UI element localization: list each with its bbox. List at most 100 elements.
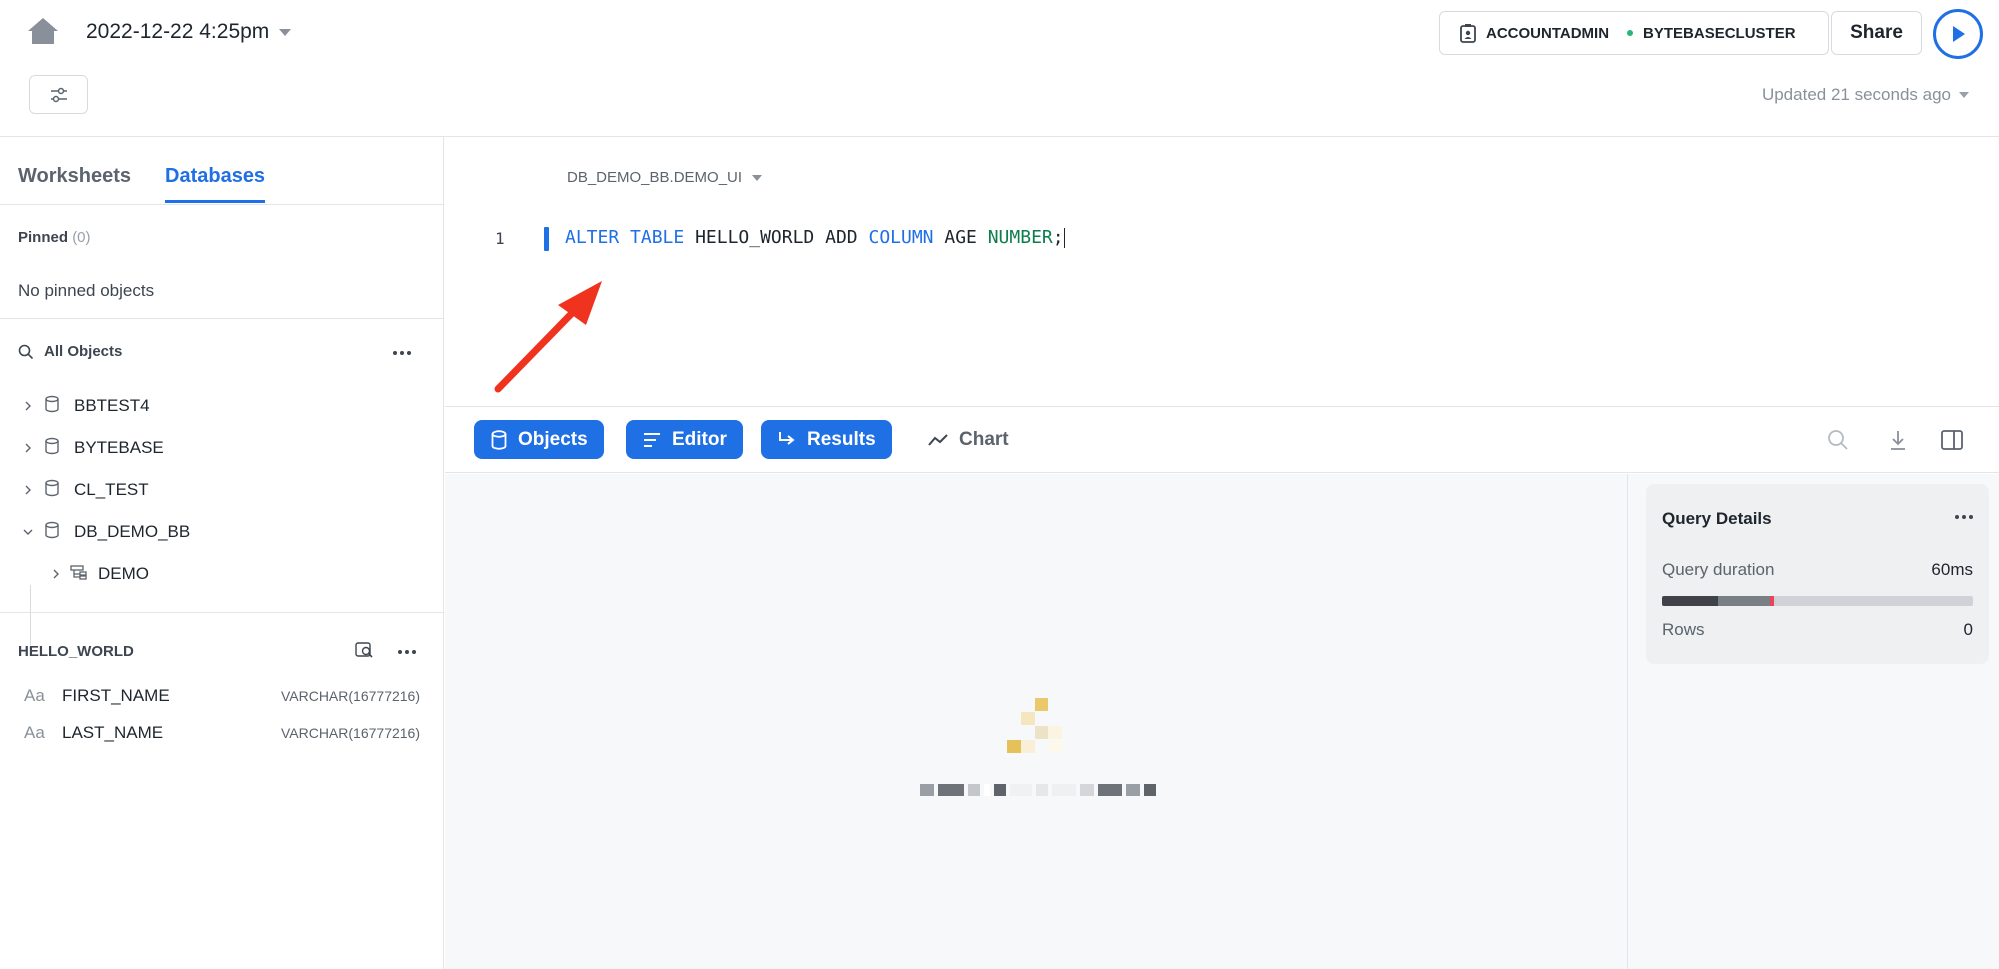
code-token: HELLO_WORLD (695, 227, 815, 248)
more-options-icon[interactable] (398, 650, 416, 654)
column-name: FIRST_NAME (62, 686, 170, 705)
tree-item-demo[interactable]: DEMO (46, 558, 149, 590)
table-detail-title: HELLO_WORLD (18, 643, 134, 660)
chevron-right-icon (46, 568, 66, 580)
chevron-right-icon (18, 442, 38, 454)
run-button[interactable] (1933, 9, 1983, 59)
rows-row: Rows 0 (1662, 620, 1973, 640)
sidebar-tabs: Worksheets Databases (0, 137, 443, 205)
sql-editor[interactable]: DB_DEMO_BB.DEMO_UI 1 ALTER TABLE HELLO_W… (445, 137, 1999, 407)
pinned-label: Pinned (18, 229, 69, 246)
query-details-pane: Query Details Query duration 60ms Rows 0 (1628, 474, 1999, 969)
database-icon (44, 479, 60, 502)
warehouse-label: BYTEBASECLUSTER (1643, 24, 1796, 42)
column-row[interactable]: Aa FIRST_NAME VARCHAR(16777216) (0, 682, 443, 712)
tree-item-label: BYTEBASE (74, 438, 164, 457)
updated-text: Updated 21 seconds ago (1761, 85, 1951, 104)
chevron-down-icon (18, 527, 38, 537)
results-toolbar: Objects Editor Results Chart (445, 407, 1999, 473)
status-dot (1627, 30, 1634, 36)
code-line[interactable]: ALTER TABLE HELLO_WORLD ADD COLUMN AGE N… (565, 227, 1065, 248)
active-line-marker (544, 227, 549, 251)
context-label: DB_DEMO_BB.DEMO_UI (567, 169, 743, 186)
objects-toggle-button[interactable]: Objects (474, 420, 604, 459)
code-token: ; (1052, 227, 1064, 248)
database-icon (44, 395, 60, 418)
divider (0, 612, 443, 613)
share-button[interactable]: Share (1831, 11, 1922, 55)
more-options-icon[interactable] (393, 351, 411, 355)
chevron-right-icon (18, 400, 38, 412)
column-type: VARCHAR(16777216) (280, 688, 420, 704)
return-arrow-icon (779, 431, 795, 445)
divider (0, 318, 443, 319)
tree-item-cl-test[interactable]: CL_TEST (18, 474, 149, 506)
code-token: AGE (944, 227, 977, 248)
badge-icon (1460, 24, 1476, 43)
top-bar: 2022-12-22 4:25pm ACCOUNTADMIN BYTEBASEC… (0, 0, 1999, 137)
editor-label: Editor (672, 428, 727, 450)
search-icon[interactable] (1825, 427, 1851, 453)
loading-text-placeholder (920, 783, 1156, 797)
app-window: 2022-12-22 4:25pm ACCOUNTADMIN BYTEBASEC… (0, 0, 1999, 969)
preview-icon[interactable] (355, 641, 375, 664)
download-icon[interactable] (1885, 427, 1911, 453)
all-objects-search[interactable]: All Objects (18, 343, 122, 360)
column-row[interactable]: Aa LAST_NAME VARCHAR(16777216) (0, 719, 443, 749)
query-duration-row: Query duration 60ms (1662, 560, 1973, 580)
role-label: ACCOUNTADMIN (1486, 24, 1610, 42)
rows-value: 0 (1963, 620, 1973, 639)
loading-animation-icon (1003, 698, 1083, 758)
code-token: ALTER (565, 227, 620, 248)
chart-toggle-button[interactable]: Chart (927, 420, 1009, 459)
all-objects-label: All Objects (44, 343, 123, 360)
role-warehouse-selector[interactable]: ACCOUNTADMIN BYTEBASECLUSTER (1439, 11, 1829, 55)
filter-button[interactable] (29, 75, 88, 114)
query-details-title: Query Details (1662, 509, 1772, 528)
query-duration-bar (1662, 596, 1973, 606)
annotation-arrow-icon (494, 281, 602, 393)
tab-databases[interactable]: Databases (165, 165, 266, 203)
chevron-down-icon (279, 28, 292, 36)
results-area (445, 474, 1628, 969)
worksheet-title-dropdown[interactable]: 2022-12-22 4:25pm (86, 20, 292, 44)
tree-guide-line (30, 585, 31, 645)
updated-status[interactable]: Updated 21 seconds ago (1762, 85, 1969, 105)
editor-toggle-button[interactable]: Editor (626, 420, 743, 459)
code-token: TABLE (630, 227, 685, 248)
worksheet-title: 2022-12-22 4:25pm (86, 20, 270, 43)
sliders-icon (50, 87, 67, 102)
play-icon (1953, 26, 1965, 42)
code-token: COLUMN (868, 227, 934, 248)
tree-item-db-demo-bb[interactable]: DB_DEMO_BB (18, 516, 190, 548)
results-toggle-button[interactable]: Results (761, 420, 892, 459)
code-token: ADD (825, 227, 858, 248)
chevron-down-icon (752, 174, 763, 181)
database-icon (44, 437, 60, 460)
chart-label: Chart (959, 428, 1009, 450)
results-label: Results (807, 428, 876, 450)
no-pinned-text: No pinned objects (18, 281, 155, 300)
more-options-icon[interactable] (1955, 515, 1973, 519)
objects-label: Objects (518, 428, 588, 450)
context-selector[interactable]: DB_DEMO_BB.DEMO_UI (567, 169, 763, 186)
column-name: LAST_NAME (62, 723, 164, 742)
line-chart-icon (928, 433, 948, 446)
column-type: VARCHAR(16777216) (280, 725, 420, 741)
database-icon (491, 429, 507, 450)
tree-item-bytebase[interactable]: BYTEBASE (18, 432, 164, 464)
database-icon (44, 521, 60, 544)
tab-worksheets[interactable]: Worksheets (18, 165, 131, 200)
home-icon[interactable] (26, 16, 60, 46)
pinned-header[interactable]: Pinned (0) (18, 229, 91, 246)
tree-item-bbtest4[interactable]: BBTEST4 (18, 390, 150, 422)
object-browser-panel: Worksheets Databases Pinned (0) No pinne… (0, 137, 444, 969)
query-duration-label: Query duration (1662, 560, 1775, 579)
schema-icon (70, 564, 88, 585)
code-token: NUMBER (987, 227, 1053, 248)
text-cursor (1063, 228, 1065, 248)
line-number: 1 (495, 229, 505, 248)
split-panel-icon[interactable] (1939, 427, 1965, 453)
query-duration-value: 60ms (1931, 560, 1973, 579)
tree-item-label: DEMO (98, 564, 149, 583)
